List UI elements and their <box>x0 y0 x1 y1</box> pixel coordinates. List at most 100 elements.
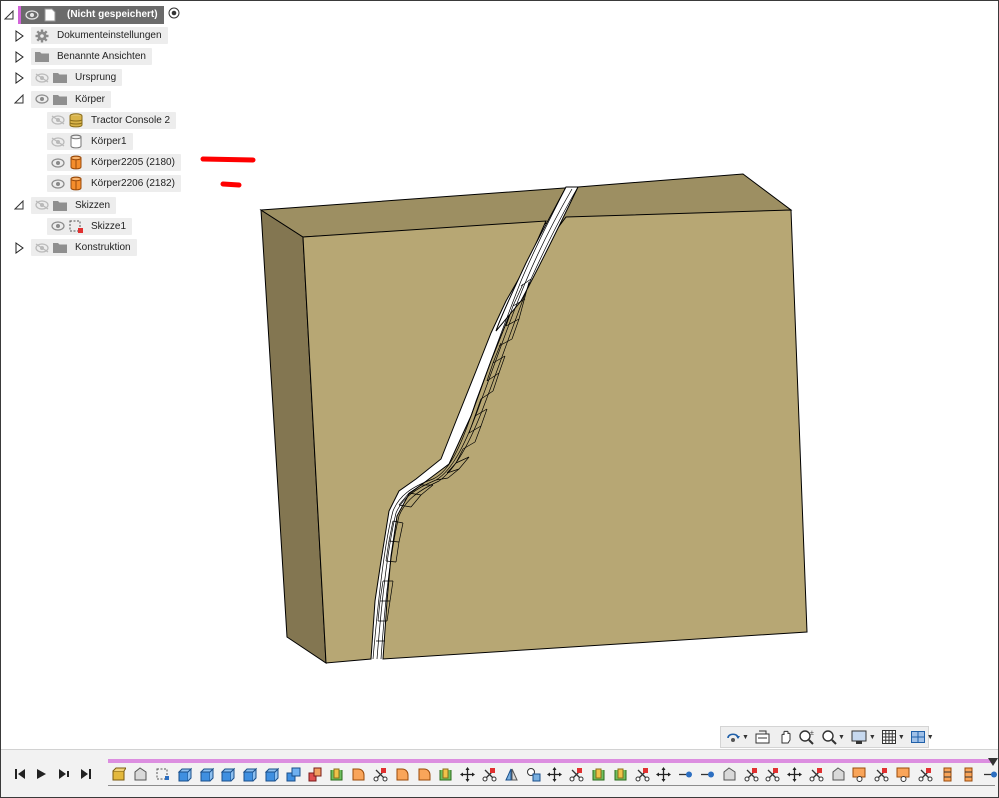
timeline-sketch-joint-icon[interactable] <box>849 765 871 783</box>
collapse-toggle-icon[interactable] <box>13 198 25 212</box>
expand-toggle-icon[interactable] <box>13 29 25 43</box>
timeline-joint-icon[interactable] <box>522 765 544 783</box>
browser-node-skizzen[interactable]: Skizzen <box>14 196 117 214</box>
browser-node-konstruktion[interactable]: Konstruktion <box>15 239 137 256</box>
timeline-shell-icon[interactable] <box>326 765 348 783</box>
pan-icon[interactable] <box>777 728 793 746</box>
eye-icon[interactable] <box>33 91 51 108</box>
timeline-sketch-joint-icon[interactable] <box>893 765 915 783</box>
zoom-icon[interactable]: ± <box>798 728 816 746</box>
look-at-icon[interactable] <box>754 728 772 746</box>
expand-toggle-icon[interactable] <box>13 71 25 85</box>
browser-node-benannte-ansichten[interactable]: Benannte Ansichten <box>15 48 152 66</box>
timeline-section-icon[interactable] <box>936 765 958 783</box>
timeline-box-icon[interactable] <box>827 765 849 783</box>
eye-icon[interactable] <box>49 175 67 192</box>
browser-node-pill[interactable]: Körper2205 (2180) <box>47 154 181 172</box>
timeline-move-icon[interactable] <box>784 765 806 783</box>
eye-hidden-icon[interactable] <box>33 239 51 256</box>
timeline-split-icon[interactable] <box>871 765 893 783</box>
browser-node-tractor-console-2[interactable]: Tractor Console 2 <box>47 111 177 129</box>
document-root[interactable]: (Nicht gespeichert) <box>21 5 164 24</box>
browser-node-pill[interactable]: Konstruktion <box>31 239 137 256</box>
timeline-loft-icon[interactable] <box>304 765 326 783</box>
browser-node-ursprung[interactable]: Ursprung <box>15 69 123 87</box>
browser-node-körper2205-2180[interactable]: Körper2205 (2180) <box>47 154 181 172</box>
play-icon[interactable] <box>31 766 53 782</box>
timeline-shell-icon[interactable] <box>609 765 631 783</box>
grid-icon[interactable]: ▼ <box>881 728 905 746</box>
eye-icon[interactable] <box>49 154 67 171</box>
timeline-box-icon[interactable] <box>718 765 740 783</box>
timeline-extrude-icon[interactable] <box>195 765 217 783</box>
zoom-window-icon[interactable]: ▼ <box>821 728 845 746</box>
timeline-split-icon[interactable] <box>914 765 936 783</box>
timeline-box-icon[interactable] <box>130 765 152 783</box>
timeline-move-icon[interactable] <box>457 765 479 783</box>
timeline-split-icon[interactable] <box>566 765 588 783</box>
browser-node-pill[interactable]: Skizzen <box>31 196 117 214</box>
timeline-split-icon[interactable] <box>762 765 784 783</box>
browser-node-pill[interactable]: Skizze1 <box>47 217 133 235</box>
browser-node-dokumenteinstellungen[interactable]: Dokumenteinstellungen <box>15 27 168 44</box>
activate-radio-icon[interactable] <box>168 6 180 24</box>
expand-toggle-icon[interactable] <box>13 50 25 64</box>
browser-node-körper2206-2182[interactable]: Körper2206 (2182) <box>47 175 181 193</box>
timeline-point-icon[interactable] <box>675 765 697 783</box>
timeline-extrude-icon[interactable] <box>261 765 283 783</box>
timeline-split-icon[interactable] <box>740 765 762 783</box>
timeline-track[interactable] <box>108 759 995 763</box>
browser-node-pill[interactable]: Körper1 <box>47 133 133 150</box>
timeline-sketch-icon[interactable] <box>152 765 174 783</box>
eye-icon[interactable] <box>23 6 41 23</box>
browser-node-pill[interactable]: Dokumenteinstellungen <box>31 27 168 44</box>
timeline-split-icon[interactable] <box>806 765 828 783</box>
collapse-toggle-icon[interactable] <box>13 92 25 106</box>
eye-hidden-icon[interactable] <box>49 112 67 129</box>
eye-hidden-icon[interactable] <box>33 69 51 86</box>
eye-hidden-icon[interactable] <box>49 133 67 150</box>
eye-hidden-icon[interactable] <box>33 197 51 214</box>
orbit-icon[interactable]: ▼ <box>725 728 749 746</box>
step-forward-icon[interactable] <box>53 766 75 782</box>
browser-node-label: Körper <box>75 93 106 105</box>
timeline-shell-icon[interactable] <box>588 765 610 783</box>
timeline-component-icon[interactable] <box>108 765 130 783</box>
timeline-mirror-icon[interactable] <box>500 765 522 783</box>
timeline-point-icon[interactable] <box>697 765 719 783</box>
timeline-fillet-icon[interactable] <box>348 765 370 783</box>
timeline-shell-icon[interactable] <box>435 765 457 783</box>
eye-icon[interactable] <box>49 218 67 235</box>
timeline-split-icon[interactable] <box>631 765 653 783</box>
browser-node-pill[interactable]: Körper <box>31 90 112 108</box>
skip-to-start-icon[interactable] <box>9 766 31 782</box>
timeline-combine-icon[interactable] <box>282 765 304 783</box>
skip-to-end-icon[interactable] <box>75 766 97 782</box>
timeline-extrude-icon[interactable] <box>217 765 239 783</box>
browser-node-skizze1[interactable]: Skizze1 <box>47 217 133 235</box>
timeline-point-icon[interactable] <box>980 765 998 783</box>
timeline-fillet-icon[interactable] <box>391 765 413 783</box>
timeline-split-icon[interactable] <box>479 765 501 783</box>
timeline-section-icon[interactable] <box>958 765 980 783</box>
timeline-features <box>108 765 998 783</box>
display-settings-icon[interactable]: ▼ <box>850 728 876 746</box>
browser-node-pill[interactable]: Körper2206 (2182) <box>47 175 181 193</box>
timeline-split-icon[interactable] <box>370 765 392 783</box>
browser-node-pill[interactable]: Benannte Ansichten <box>31 48 152 66</box>
timeline-extrude-icon[interactable] <box>239 765 261 783</box>
browser-node-pill[interactable]: Tractor Console 2 <box>47 111 177 129</box>
browser-node-körper1[interactable]: Körper1 <box>47 133 133 150</box>
timeline-extrude-icon[interactable] <box>173 765 195 783</box>
folder-icon <box>51 91 69 108</box>
timeline-fillet-icon[interactable] <box>413 765 435 783</box>
browser-root-row[interactable]: (Nicht gespeichert) <box>3 5 180 24</box>
browser-node-pill[interactable]: Ursprung <box>31 69 123 87</box>
browser-node-körper[interactable]: Körper <box>14 90 112 108</box>
collapse-toggle-icon[interactable] <box>3 8 15 22</box>
expand-toggle-icon[interactable] <box>13 241 25 255</box>
timeline-move-icon[interactable] <box>544 765 566 783</box>
playback-controls <box>9 766 97 782</box>
timeline-move-icon[interactable] <box>653 765 675 783</box>
viewports-icon[interactable]: ▼ <box>910 728 934 746</box>
